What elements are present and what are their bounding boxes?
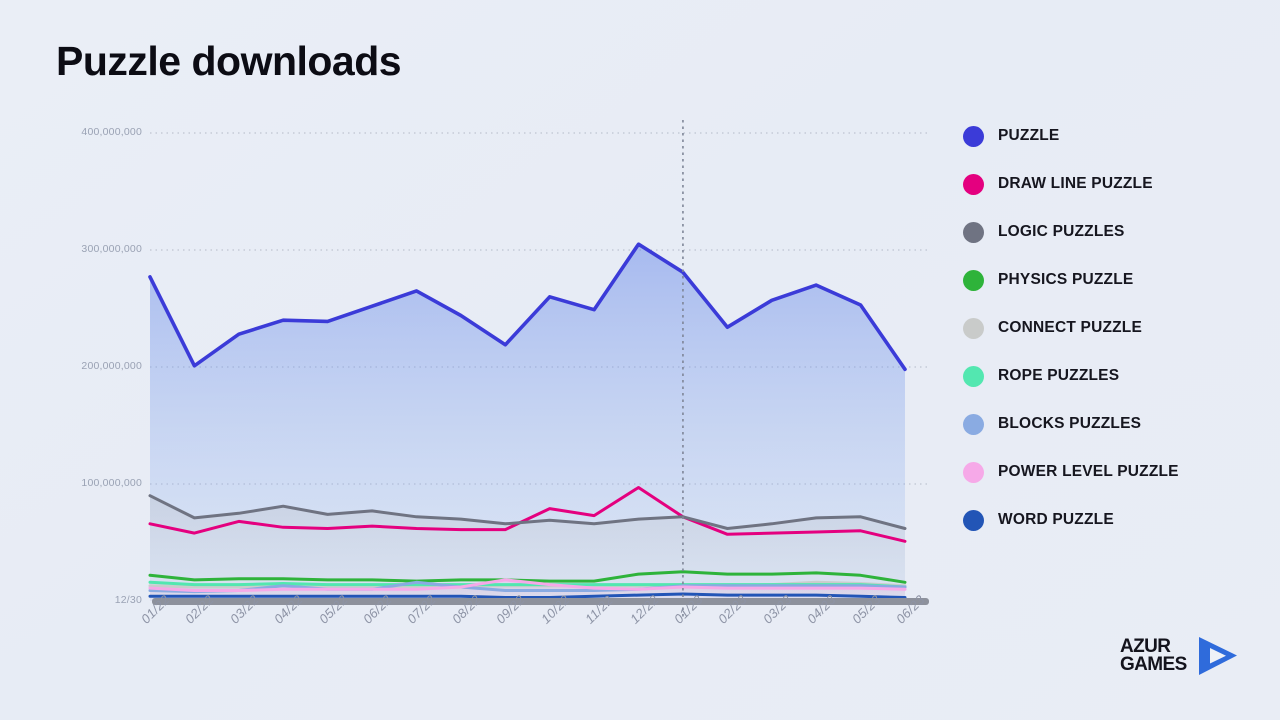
legend-item[interactable]: POWER LEVEL PUZZLE [963, 448, 1263, 496]
y-tick-label: 300,000,000 [81, 243, 142, 255]
legend-item-label: LOGIC PUZZLES [998, 223, 1125, 240]
logo-line-2: GAMES [1120, 654, 1187, 675]
legend-item-label: PHYSICS PUZZLE [998, 271, 1134, 288]
y-tick-label: 200,000,000 [81, 360, 142, 372]
legend-item[interactable]: LOGIC PUZZLES [963, 208, 1263, 256]
legend-color-dot [963, 221, 984, 243]
legend-item-label: WORD PUZZLE [998, 511, 1114, 528]
legend-color-dot [963, 317, 984, 339]
legend-color-dot [963, 365, 984, 387]
legend-color-dot [963, 509, 984, 531]
legend-item[interactable]: CONNECT PUZZLE [963, 304, 1263, 352]
azur-games-logo: AZUR GAMES [1120, 634, 1241, 678]
legend-item[interactable]: BLOCKS PUZZLES [963, 400, 1263, 448]
legend-item-label: ROPE PUZZLES [998, 367, 1120, 384]
legend-item[interactable]: ROPE PUZZLES [963, 352, 1263, 400]
series-fills [150, 244, 905, 601]
legend-item-label: BLOCKS PUZZLES [998, 415, 1142, 432]
legend-item-label: POWER LEVEL PUZZLE [998, 463, 1179, 480]
y-tick-label: 12/30 [114, 594, 142, 606]
legend-item-label: CONNECT PUZZLE [998, 319, 1143, 336]
legend-item[interactable]: PUZZLE [963, 112, 1263, 160]
logo-wordmark: AZUR GAMES [1120, 637, 1187, 675]
legend-color-dot [963, 413, 984, 435]
legend-item-label: DRAW LINE PUZZLE [998, 175, 1153, 192]
legend-color-dot [963, 125, 984, 147]
legend-item-label: PUZZLE [998, 127, 1060, 144]
legend-item[interactable]: PHYSICS PUZZLE [963, 256, 1263, 304]
legend-item[interactable]: WORD PUZZLE [963, 496, 1263, 544]
legend-color-dot [963, 461, 984, 483]
legend-color-dot [963, 269, 984, 291]
y-tick-label: 100,000,000 [81, 477, 142, 489]
baseline-bar [152, 598, 929, 605]
play-triangle-icon [1198, 637, 1237, 675]
chart-legend: PUZZLE DRAW LINE PUZZLE LOGIC PUZZLES PHYSI… [963, 112, 1263, 544]
y-tick-label: 400,000,000 [81, 126, 142, 138]
legend-item[interactable]: DRAW LINE PUZZLE [963, 160, 1263, 208]
legend-color-dot [963, 173, 984, 195]
